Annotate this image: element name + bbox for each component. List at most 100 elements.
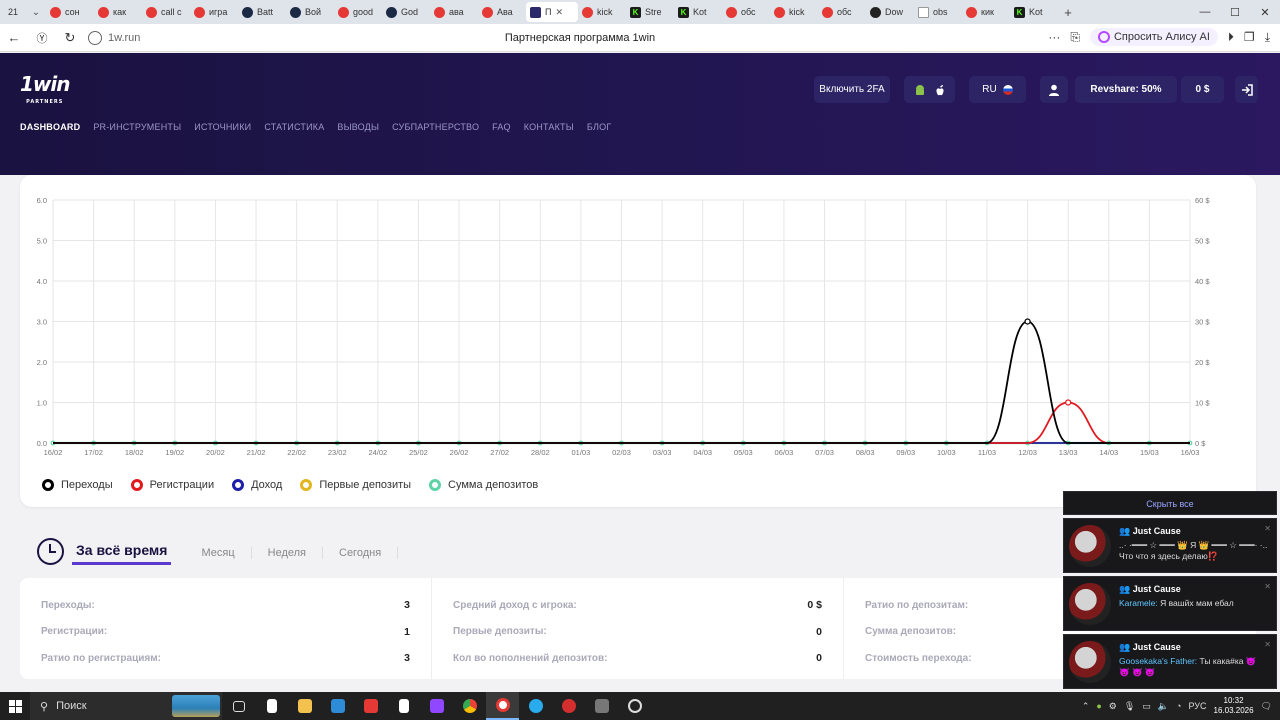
microphone-icon[interactable]: 🎙 (1124, 701, 1135, 712)
maximize-icon[interactable]: ☐ (1220, 6, 1250, 19)
browser-tab[interactable]: obs (914, 2, 962, 22)
tab-month[interactable]: Месяц (185, 546, 252, 559)
browser-tab[interactable]: call c (142, 2, 190, 22)
nav-item-0[interactable]: DASHBOARD (20, 122, 80, 132)
close-icon[interactable]: ✕ (1264, 582, 1271, 591)
chat-notification[interactable]: 👥 Just Cause Karamele: Я вашйх мам ебал ✕ (1063, 576, 1277, 631)
browser-tab[interactable]: Вой (286, 2, 334, 22)
language-select[interactable]: RU (969, 76, 1026, 103)
browser-tab[interactable]: Stre (626, 2, 674, 22)
legend-item[interactable]: Первые депозиты (300, 479, 411, 491)
tray-settings-icon[interactable]: ⚙ (1109, 701, 1117, 712)
wifi-icon[interactable]: ◔ (1176, 701, 1181, 711)
input-language[interactable]: РУС (1188, 701, 1206, 711)
game-launcher-icon[interactable] (585, 692, 618, 720)
url-field[interactable]: 1w.run (108, 32, 488, 44)
apple-icon[interactable] (934, 84, 946, 96)
yandex-home-icon[interactable]: Ⓨ (28, 30, 56, 46)
browser-tab[interactable]: обс (722, 2, 770, 22)
tray-chevron-icon[interactable]: ⌃ (1082, 701, 1090, 712)
taskbar-search[interactable]: ⚲ Поиск (30, 692, 222, 720)
browser-tab[interactable]: сон (46, 2, 94, 22)
nav-item-1[interactable]: PR-ИНСТРУМЕНТЫ (93, 122, 181, 132)
browser-tab[interactable]: Kot (1010, 2, 1058, 22)
browser-tab[interactable]: kick (578, 2, 626, 22)
chat-notification[interactable]: 👥 Just Cause Goosekaka's Father: Ты кака#… (1063, 634, 1277, 689)
nav-item-4[interactable]: ВЫВОДЫ (337, 122, 379, 132)
document-icon[interactable] (387, 692, 420, 720)
stat-row: Ратио по регистрациям: 3 (41, 645, 410, 672)
browser-tab[interactable]: Batt (238, 2, 286, 22)
yandex-browser-icon[interactable] (486, 692, 519, 720)
new-tab-button[interactable]: + (1058, 5, 1078, 20)
close-tab-icon[interactable]: ✕ (555, 7, 563, 18)
browser-tab[interactable]: П ✕ (526, 2, 578, 22)
enable-2fa-button[interactable]: Включить 2FA (814, 76, 890, 103)
yandex-app-icon[interactable] (354, 692, 387, 720)
logout-button[interactable] (1235, 76, 1258, 103)
file-explorer-icon[interactable] (288, 692, 321, 720)
close-icon[interactable]: ✕ (1264, 524, 1271, 533)
x-tick-label: 10/03 (937, 448, 956, 457)
browser-tab[interactable]: кик (962, 2, 1010, 22)
browser-tab[interactable]: ава (430, 2, 478, 22)
legend-item[interactable]: Доход (232, 479, 282, 491)
back-icon[interactable]: ← (0, 30, 28, 45)
tab-count-badge[interactable]: 21 (0, 0, 26, 24)
tray-app-icon[interactable]: ● (1096, 701, 1101, 711)
browser-tab[interactable]: Dow (866, 2, 914, 22)
browser-tab[interactable]: kick (770, 2, 818, 22)
bookmark-icon[interactable]: ⎘ (1070, 30, 1080, 45)
browser-tab[interactable]: Ава (478, 2, 526, 22)
mail-icon[interactable] (321, 692, 354, 720)
collections-icon[interactable]: ❐ (1244, 30, 1255, 44)
clock[interactable]: 10:32 16.03.2026 (1214, 696, 1254, 716)
site-security-icon[interactable] (88, 30, 102, 45)
chat-notification[interactable]: 👥 Just Cause ..· ·━━━ ☆ ━━━ 👑 Я 👑 ━━━ ☆ … (1063, 518, 1277, 573)
browser-tab[interactable]: игра (190, 2, 238, 22)
legend-item[interactable]: Переходы (42, 479, 113, 491)
balance-badge[interactable]: 0 $ (1181, 76, 1224, 103)
start-button[interactable] (0, 692, 30, 720)
browser-tab[interactable]: Kot (674, 2, 722, 22)
nav-item-5[interactable]: СУБПАРТНЕРСТВО (392, 122, 479, 132)
browser-tab[interactable]: обс (818, 2, 866, 22)
nav-item-2[interactable]: ИСТОЧНИКИ (194, 122, 251, 132)
close-window-icon[interactable]: ✕ (1250, 6, 1280, 19)
tab-today[interactable]: Сегодня (323, 546, 399, 559)
hide-all-button[interactable]: Скрыть все (1063, 491, 1277, 515)
close-icon[interactable]: ✕ (1264, 640, 1271, 649)
downloads-icon[interactable]: ⤓ (1265, 30, 1270, 45)
notifications-icon[interactable]: 🗨 (1261, 701, 1272, 712)
browser-tab[interactable]: God (382, 2, 430, 22)
profile-button[interactable] (1040, 76, 1068, 103)
revshare-badge[interactable]: Revshare: 50% (1075, 76, 1177, 103)
telegram-icon[interactable] (519, 692, 552, 720)
chrome-icon[interactable] (453, 692, 486, 720)
tab-week[interactable]: Неделя (252, 546, 323, 559)
nav-item-6[interactable]: FAQ (492, 122, 511, 132)
opera-icon[interactable] (552, 692, 585, 720)
tab-list-chevron-icon[interactable]: ⌄ (26, 7, 46, 18)
notepad-icon[interactable] (255, 692, 288, 720)
reload-icon[interactable]: ↻ (56, 30, 84, 46)
android-icon[interactable] (914, 84, 926, 96)
twitch-icon[interactable] (420, 692, 453, 720)
nav-item-7[interactable]: КОНТАКТЫ (524, 122, 574, 132)
browser-tab[interactable]: good (334, 2, 382, 22)
task-view-icon[interactable] (222, 692, 255, 720)
obs-icon[interactable] (618, 692, 651, 720)
media-icon[interactable]: ⏵ (1228, 30, 1234, 45)
legend-item[interactable]: Сумма депозитов (429, 479, 538, 491)
browser-tab[interactable]: как (94, 2, 142, 22)
1win-partners-logo[interactable]: 1win PARTNERS (20, 74, 70, 111)
minimize-icon[interactable]: — (1190, 6, 1220, 18)
more-icon[interactable]: ··· (1048, 30, 1060, 44)
alice-button[interactable]: Спросить Алису AI (1089, 28, 1218, 46)
tab-all-time[interactable]: За всё время (72, 542, 172, 565)
nav-item-8[interactable]: БЛОГ (587, 122, 612, 132)
nav-item-3[interactable]: СТАТИСТИКА (264, 122, 324, 132)
legend-item[interactable]: Регистрации (130, 479, 214, 491)
battery-icon[interactable]: ▭ (1142, 701, 1151, 712)
volume-icon[interactable]: 🔈 (1158, 701, 1169, 712)
